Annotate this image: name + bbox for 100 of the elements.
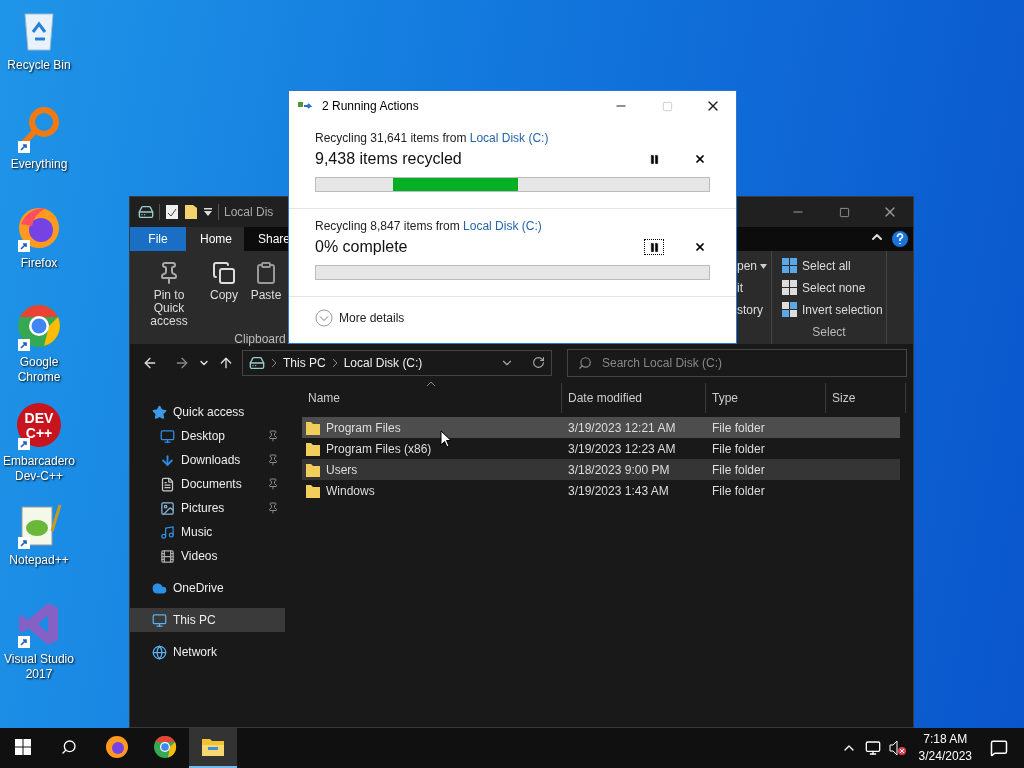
nav-item[interactable]: Pictures	[130, 496, 285, 520]
nav-item[interactable]: Videos	[130, 544, 285, 568]
breadcrumb[interactable]: This PC	[283, 355, 326, 370]
network-icon	[152, 644, 167, 660]
clock[interactable]: 7:18 AM 3/24/2023	[910, 731, 980, 765]
nav-item[interactable]: Quick access	[130, 400, 285, 424]
sort-caret-icon	[426, 381, 436, 387]
ribbon-item[interactable]: story	[737, 299, 771, 321]
pin-icon	[267, 454, 279, 466]
nav-item[interactable]: Desktop	[130, 424, 285, 448]
download-icon	[160, 452, 175, 468]
column-header[interactable]: Date modified	[562, 383, 706, 413]
windows-logo-icon	[14, 739, 31, 755]
select-grid-icon	[782, 302, 798, 318]
desktop-icon-label[interactable]: Notepad++	[1, 553, 77, 568]
file-row[interactable]: Users 3/18/2023 9:00 PM File folder	[302, 459, 900, 480]
ribbon-tab[interactable]: File	[130, 227, 186, 251]
breadcrumb[interactable]: Local Disk (C:)	[343, 355, 423, 370]
location-link[interactable]: Local Disk (C:)	[463, 219, 542, 233]
network-icon	[864, 740, 881, 756]
select-button[interactable]: Select all	[780, 255, 886, 277]
ribbon-item[interactable]: it	[737, 277, 771, 299]
desktop-icon	[160, 428, 175, 444]
mouse-pointer-icon	[440, 430, 452, 448]
computer-icon	[152, 612, 167, 628]
refresh-icon[interactable]	[532, 356, 545, 369]
file-row[interactable]: Program Files 3/19/2023 12:21 AM File folder	[302, 417, 900, 438]
properties-icon[interactable]	[165, 204, 179, 220]
folder-icon	[306, 420, 320, 435]
ribbon-button[interactable]: Paste	[244, 257, 288, 332]
music-icon	[160, 524, 175, 540]
chrome-icon	[153, 735, 177, 759]
chevron-icon	[271, 358, 277, 367]
new-folder-icon[interactable]	[184, 204, 198, 220]
operation-description: Recycling 8,847 items from Local Disk (C:)	[315, 219, 543, 233]
name-cell: Windows	[302, 483, 562, 498]
date-cell-text: 3/18/2023 9:00 PM	[567, 462, 671, 477]
folder-icon	[306, 462, 320, 477]
nav-item[interactable]: Documents	[130, 472, 285, 496]
ribbon-tab[interactable]: Home	[186, 227, 244, 251]
group-label: Clipboard	[233, 332, 287, 348]
select-grid-icon	[782, 280, 798, 296]
address-bar[interactable]: This PC Local Disk (C:)	[242, 349, 552, 376]
column-header[interactable]: Type	[706, 383, 826, 413]
operation-status: 9,438 items recycled	[315, 150, 463, 168]
notifications-icon	[990, 739, 1008, 757]
transfer-icon	[298, 101, 314, 111]
search-field[interactable]: Search Local Disk (C:)	[600, 354, 896, 371]
name-cell: Program Files	[302, 420, 562, 435]
select-button[interactable]: Invert selection	[780, 299, 886, 321]
pause-button[interactable]	[644, 239, 664, 255]
clipboard-icon	[254, 261, 278, 285]
column-header[interactable]: Name	[302, 383, 562, 413]
maximize-icon	[661, 100, 673, 112]
group-label: Select	[811, 325, 847, 341]
ribbon-button[interactable]: Copy	[204, 257, 244, 332]
caret-icon	[760, 263, 768, 269]
maximize-icon	[838, 206, 850, 218]
document-icon	[160, 476, 175, 492]
nav-item[interactable]: OneDrive	[130, 576, 285, 600]
search-box[interactable]: Search Local Disk (C:)	[567, 348, 907, 377]
nav-item[interactable]: Downloads	[130, 448, 285, 472]
nav-item[interactable]: Network	[130, 640, 285, 664]
nav-item[interactable]: Music	[130, 520, 285, 544]
column-header[interactable]: Size	[826, 383, 906, 413]
dialog-title: 2 Running Actions	[322, 99, 419, 113]
pause-icon	[648, 153, 660, 165]
nav-item[interactable]: This PC	[130, 608, 285, 632]
ribbon-button[interactable]: Pin to Quick access	[134, 257, 204, 332]
firefox-icon	[105, 735, 129, 759]
name-cell: Program Files (x86)	[302, 441, 562, 456]
dropdown-caret-icon[interactable]	[203, 207, 213, 217]
help-icon[interactable]	[891, 230, 909, 248]
drive-icon	[138, 204, 154, 220]
search-icon	[578, 355, 592, 370]
video-icon	[160, 548, 175, 564]
pin-icon	[267, 502, 279, 514]
desktop-icon-label[interactable]: Visual Studio 2017	[1, 652, 77, 682]
pause-icon	[648, 241, 660, 253]
date-cell-text: 3/19/2023 12:21 AM	[567, 420, 677, 435]
dev-cpp-logo[interactable]: DEV C++	[16, 402, 62, 448]
chrome-icon[interactable]	[16, 303, 62, 349]
more-details-button[interactable]: More details	[315, 309, 710, 327]
pin-icon	[267, 478, 279, 490]
select-grid-icon	[782, 258, 798, 274]
taskbar-app-button[interactable]	[189, 728, 237, 768]
location-link[interactable]: Local Disk (C:)	[469, 131, 549, 145]
folder-icon	[306, 441, 320, 456]
pin-icon	[267, 430, 279, 442]
cloud-icon	[152, 580, 167, 596]
window-title: Local Dis	[224, 205, 274, 219]
operation-status: 0% complete	[315, 238, 409, 256]
close-icon	[694, 241, 706, 253]
ribbon-item[interactable]: pen	[737, 255, 771, 277]
logo-text: C++	[25, 425, 53, 441]
file-row[interactable]: Windows 3/19/2023 1:43 AM File folder	[302, 480, 900, 501]
expand-circle-icon	[315, 309, 333, 327]
file-row[interactable]: Program Files (x86) 3/19/2023 12:23 AM File folder	[302, 438, 900, 459]
type-cell-text: File folder	[711, 441, 766, 456]
select-button[interactable]: Select none	[780, 277, 886, 299]
